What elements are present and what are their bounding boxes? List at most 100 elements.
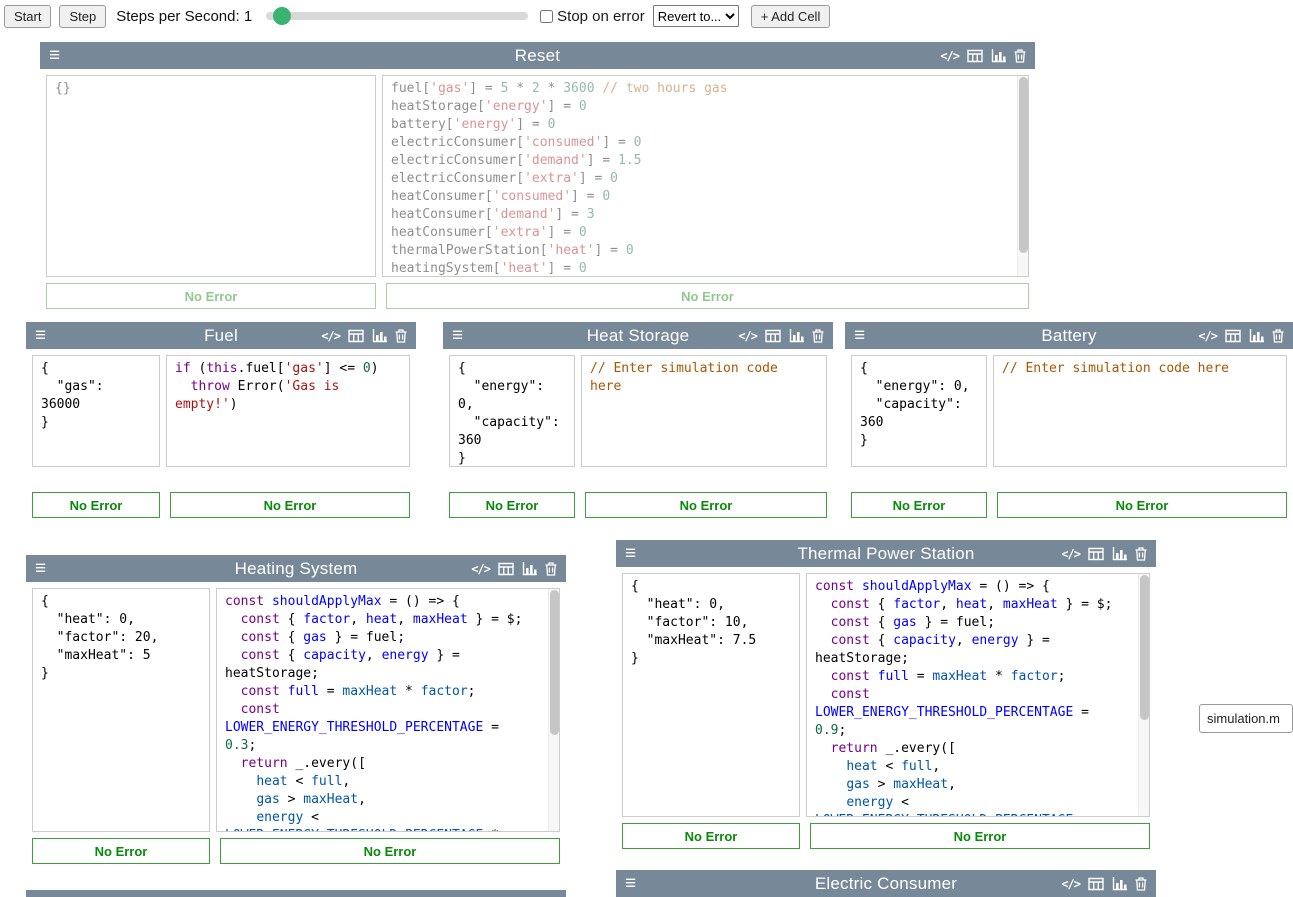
cell-electric-consumer: ≡ Electric Consumer </>	[616, 870, 1156, 897]
cell-heat-consumer: ≡ Heat Consumer </>	[26, 890, 566, 897]
error-row: No Error No Error	[845, 492, 1293, 524]
start-button[interactable]: Start	[4, 5, 51, 28]
cell-menu-icon[interactable]: ≡	[625, 874, 636, 893]
table-view-icon[interactable]	[1088, 547, 1104, 561]
error-row: No Error No Error	[26, 838, 566, 870]
delete-cell-icon[interactable]	[395, 329, 407, 343]
table-view-icon[interactable]	[348, 329, 364, 343]
stop-on-error-label: Stop on error	[557, 8, 645, 25]
state-error-status: No Error	[851, 492, 987, 518]
delete-cell-icon[interactable]	[1135, 877, 1147, 891]
state-editor[interactable]: {}	[46, 75, 376, 277]
speed-value: 1	[244, 8, 252, 25]
code-error-status: No Error	[220, 838, 560, 864]
stop-on-error-checkbox[interactable]	[540, 10, 553, 23]
code-error-status: No Error	[997, 492, 1287, 518]
delete-cell-icon[interactable]	[1135, 547, 1147, 561]
code-error-status: No Error	[810, 823, 1150, 849]
code-editor[interactable]: // Enter simulation code here	[993, 355, 1287, 467]
state-editor[interactable]: { "heat": 0, "factor": 10, "maxHeat": 7.…	[622, 573, 800, 817]
table-view-icon[interactable]	[498, 562, 514, 576]
speed-slider[interactable]	[266, 7, 528, 25]
slider-track[interactable]	[266, 12, 528, 20]
cell-menu-icon[interactable]: ≡	[625, 544, 636, 563]
table-view-icon[interactable]	[967, 49, 983, 63]
code-view-icon[interactable]: </>	[1061, 877, 1080, 891]
step-button[interactable]: Step	[59, 5, 106, 28]
cell-header-icons: </>	[321, 329, 407, 343]
scrollbar[interactable]	[548, 589, 559, 831]
cell-header: ≡ Reset </>	[40, 42, 1035, 69]
state-error-status: No Error	[32, 838, 210, 864]
state-editor[interactable]: { "heat": 0, "factor": 20, "maxHeat": 5 …	[32, 588, 210, 832]
error-row: No Error No Error	[443, 492, 833, 524]
table-view-icon[interactable]	[1088, 877, 1104, 891]
code-editor[interactable]: fuel['gas'] = 5 * 2 * 3600 // two hours …	[382, 75, 1029, 277]
link-preview-tooltip: simulation.m	[1199, 704, 1293, 733]
code-editor[interactable]: const shouldApplyMax = () => { const { f…	[806, 573, 1150, 817]
cell-header-icons: </>	[1061, 877, 1147, 891]
cell-body: { "energy": 0, "capacity": 360 } // Ente…	[845, 349, 1293, 492]
code-view-icon[interactable]: </>	[940, 49, 959, 63]
code-error-status: No Error	[386, 283, 1029, 309]
chart-view-icon[interactable]	[1249, 329, 1264, 343]
cell-menu-icon[interactable]: ≡	[35, 326, 46, 345]
chart-view-icon[interactable]	[522, 562, 537, 576]
cell-heating-system: ≡ Heating System </> { "heat": 0, "facto…	[26, 555, 566, 870]
scrollbar[interactable]	[1017, 76, 1028, 276]
chart-view-icon[interactable]	[789, 329, 804, 343]
code-view-icon[interactable]: </>	[738, 329, 757, 343]
delete-cell-icon[interactable]	[1014, 49, 1026, 63]
state-editor[interactable]: { "energy": 0, "capacity": 360 }	[449, 355, 575, 467]
code-view-icon[interactable]: </>	[1061, 547, 1080, 561]
scrollbar[interactable]	[1138, 574, 1149, 816]
cell-header: ≡ Battery </>	[845, 322, 1293, 349]
code-editor[interactable]: if (this.fuel['gas'] <= 0) throw Error('…	[166, 355, 410, 467]
state-editor[interactable]: { "gas": 36000 }	[32, 355, 160, 467]
cell-reset: ≡ Reset </> {} fuel['gas'] = 5 * 2 * 360…	[40, 42, 1035, 315]
cell-menu-icon[interactable]: ≡	[49, 46, 60, 65]
chart-view-icon[interactable]	[1112, 877, 1127, 891]
code-error-status: No Error	[585, 492, 827, 518]
chart-view-icon[interactable]	[372, 329, 387, 343]
state-error-status: No Error	[46, 283, 376, 309]
speed-label: Steps per Second: 1	[116, 8, 252, 25]
code-editor[interactable]: const shouldApplyMax = () => { const { f…	[216, 588, 560, 832]
state-editor[interactable]: { "energy": 0, "capacity": 360 }	[851, 355, 987, 467]
state-error-status: No Error	[449, 492, 575, 518]
delete-cell-icon[interactable]	[545, 562, 557, 576]
state-error-status: No Error	[32, 492, 160, 518]
cell-fuel: ≡ Fuel </> { "gas": 36000 } if (this.fue…	[26, 322, 416, 524]
table-view-icon[interactable]	[1225, 329, 1241, 343]
cell-menu-icon[interactable]: ≡	[854, 326, 865, 345]
code-view-icon[interactable]: </>	[471, 562, 490, 576]
cell-menu-icon[interactable]: ≡	[452, 326, 463, 345]
error-row: No Error No Error	[26, 492, 416, 524]
cell-thermal-power-station: ≡ Thermal Power Station </> { "heat": 0,…	[616, 540, 1156, 855]
cell-body: {} fuel['gas'] = 5 * 2 * 3600 // two hou…	[40, 69, 1035, 283]
table-view-icon[interactable]	[765, 329, 781, 343]
cell-body: { "gas": 36000 } if (this.fuel['gas'] <=…	[26, 349, 416, 492]
cell-header-icons: </>	[940, 49, 1026, 63]
cell-title: Reset	[40, 46, 1035, 66]
revert-select[interactable]: Revert to...	[653, 5, 739, 27]
cell-menu-icon[interactable]: ≡	[35, 559, 46, 578]
cell-header: ≡ Fuel </>	[26, 322, 416, 349]
toolbar: Start Step Steps per Second: 1 Stop on e…	[0, 0, 1293, 32]
slider-thumb[interactable]	[273, 7, 291, 25]
chart-view-icon[interactable]	[991, 49, 1006, 63]
code-view-icon[interactable]: </>	[1198, 329, 1217, 343]
code-error-status: No Error	[170, 492, 410, 518]
delete-cell-icon[interactable]	[812, 329, 824, 343]
cell-heat-storage: ≡ Heat Storage </> { "energy": 0, "capac…	[443, 322, 833, 524]
chart-view-icon[interactable]	[1112, 547, 1127, 561]
cell-header: ≡ Electric Consumer </>	[616, 870, 1156, 897]
add-cell-button[interactable]: + Add Cell	[751, 5, 831, 28]
cell-header: ≡ Heating System </>	[26, 555, 566, 582]
cell-header: ≡ Heat Consumer </>	[26, 890, 566, 897]
cell-header: ≡ Thermal Power Station </>	[616, 540, 1156, 567]
app: Start Step Steps per Second: 1 Stop on e…	[0, 0, 1293, 897]
code-view-icon[interactable]: </>	[321, 329, 340, 343]
code-editor[interactable]: // Enter simulation codehere	[581, 355, 827, 467]
delete-cell-icon[interactable]	[1272, 329, 1284, 343]
